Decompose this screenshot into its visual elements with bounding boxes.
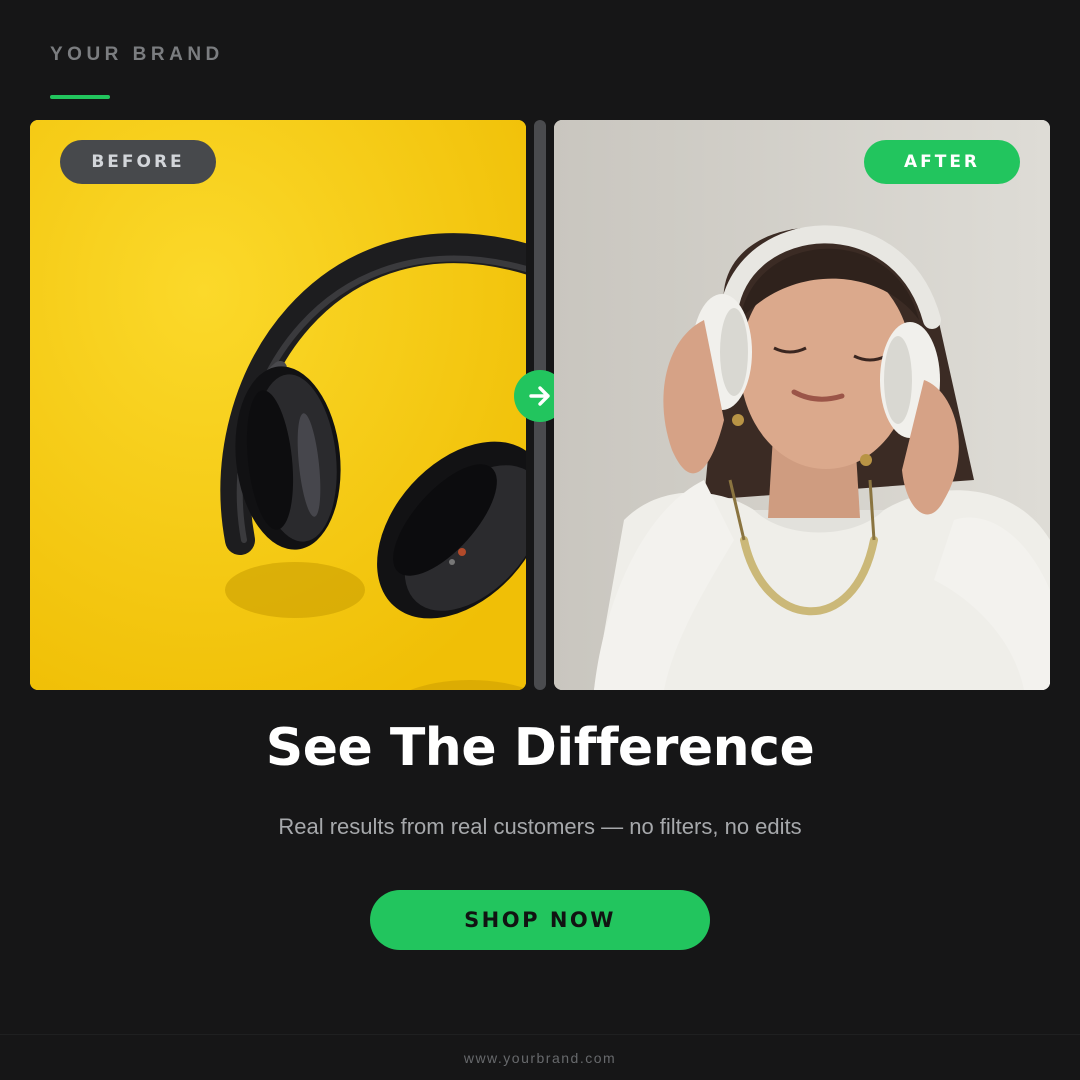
headphones-illustration	[30, 120, 526, 690]
headline: See The Difference	[265, 718, 815, 778]
after-label: AFTER	[864, 140, 1020, 184]
before-image	[30, 120, 526, 690]
after-image	[554, 120, 1050, 690]
brand-name: YOUR BRAND	[50, 44, 224, 65]
woman-with-headphones-illustration	[554, 120, 1050, 690]
brand-accent-bar	[50, 95, 110, 99]
footer-url[interactable]: www.yourbrand.com	[0, 1050, 1080, 1066]
footer-divider	[0, 1034, 1080, 1035]
shop-now-button[interactable]: SHOP NOW	[370, 890, 710, 950]
subheadline: Real results from real customers — no fi…	[278, 814, 802, 839]
before-label: BEFORE	[60, 140, 216, 184]
